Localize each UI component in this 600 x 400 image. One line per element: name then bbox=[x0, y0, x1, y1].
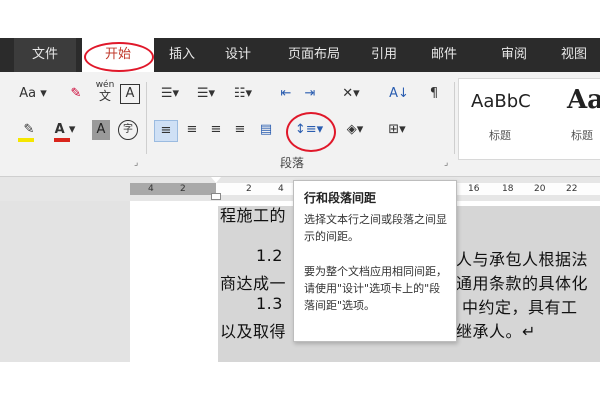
change-case-label: Aa bbox=[19, 86, 37, 101]
group-separator bbox=[146, 82, 147, 154]
tab-references[interactable]: 引用 bbox=[362, 38, 406, 72]
word-window: 文件 开始 插入 设计 页面布局 引用 邮件 审阅 视图 Aa ▾ ✎ wén … bbox=[0, 38, 600, 362]
tooltip-hint: 要为整个文档应用相同间距，请使用"设计"选项卡上的"段落间距"选项。 bbox=[304, 265, 447, 312]
align-left-icon[interactable]: ≡ bbox=[154, 120, 178, 142]
paragraph-launcher-icon[interactable]: ⌟ bbox=[444, 158, 448, 168]
tab-view[interactable]: 视图 bbox=[552, 38, 596, 72]
doc-line[interactable]: 中约定，具有工 bbox=[462, 294, 578, 318]
doc-line[interactable]: 1.2 bbox=[256, 246, 283, 265]
shading-icon[interactable]: ◈▾ bbox=[340, 120, 370, 140]
highlight-circle-line-spacing bbox=[286, 112, 336, 152]
left-indent-marker[interactable] bbox=[211, 193, 221, 200]
group-separator bbox=[454, 82, 455, 154]
justify-icon[interactable]: ≡ bbox=[230, 120, 250, 140]
enclose-characters-button[interactable]: 字 bbox=[118, 120, 138, 140]
decrease-indent-icon[interactable]: ⇤ bbox=[276, 84, 296, 104]
doc-line[interactable]: 商达成一 bbox=[220, 270, 286, 294]
tab-mailings[interactable]: 邮件 bbox=[422, 38, 466, 72]
ruler-tick-label: 20 bbox=[534, 184, 546, 194]
character-border-button[interactable]: A bbox=[120, 84, 140, 104]
align-right-icon[interactable]: ≡ bbox=[206, 120, 226, 140]
bullets-icon[interactable]: ☰▾ bbox=[156, 84, 184, 104]
doc-line[interactable]: 人与承包人根据法 bbox=[456, 246, 588, 270]
styles-gallery[interactable]: AaBbC 标题 Aa 标题 bbox=[458, 78, 600, 160]
style-sample-heading2[interactable]: Aa bbox=[567, 85, 600, 115]
tab-design[interactable]: 设计 bbox=[216, 38, 260, 72]
style-label-heading2: 标题 bbox=[571, 129, 593, 142]
doc-line[interactable]: 程施工的 bbox=[220, 202, 286, 226]
tooltip-description: 选择文本行之间或段落之间显示的间距。 bbox=[304, 213, 447, 243]
font-launcher-icon[interactable]: ⌟ bbox=[134, 158, 138, 168]
ruler-tick-label: 4 bbox=[278, 184, 284, 194]
align-center-icon[interactable]: ≡ bbox=[182, 120, 202, 140]
phonetic-guide-button[interactable]: wén 文 bbox=[94, 80, 116, 106]
tab-page-layout[interactable]: 页面布局 bbox=[278, 38, 350, 72]
doc-line[interactable]: 1.3 bbox=[256, 294, 283, 313]
doc-line[interactable]: 继承人。↵ bbox=[456, 318, 536, 342]
highlight-color-button[interactable]: ✎ bbox=[14, 120, 44, 142]
tab-insert[interactable]: 插入 bbox=[160, 38, 204, 72]
ruler-tick-label: 4 bbox=[148, 184, 154, 194]
tab-review[interactable]: 审阅 bbox=[492, 38, 536, 72]
highlight-color-swatch bbox=[18, 138, 34, 142]
ruler-tick-label: 22 bbox=[566, 184, 578, 194]
clear-format-icon[interactable]: ✎ bbox=[66, 84, 86, 104]
first-line-indent-marker[interactable] bbox=[211, 177, 221, 183]
font-color-swatch bbox=[54, 138, 70, 142]
font-color-letter: A bbox=[54, 122, 65, 137]
show-formatting-marks-icon[interactable]: ¶ bbox=[424, 84, 444, 104]
font-color-button[interactable]: A ▾ bbox=[50, 120, 80, 142]
doc-line[interactable]: 以及取得 bbox=[220, 318, 286, 342]
borders-icon[interactable]: ⊞▾ bbox=[382, 120, 412, 140]
ruler-tick-label: 18 bbox=[502, 184, 514, 194]
sort-button[interactable]: A↓ bbox=[386, 84, 412, 104]
distributed-icon[interactable]: ▤ bbox=[256, 120, 276, 140]
style-label-heading1: 标题 bbox=[489, 129, 511, 142]
tooltip-title: 行和段落间距 bbox=[304, 191, 377, 205]
highlighter-icon: ✎ bbox=[23, 122, 35, 137]
ruler-tick-label: 2 bbox=[246, 184, 252, 194]
change-case-button[interactable]: Aa ▾ bbox=[16, 84, 50, 104]
numbering-icon[interactable]: ☰▾ bbox=[192, 84, 220, 104]
paragraph-group-label: 段落 bbox=[280, 156, 305, 170]
asian-layout-icon[interactable]: ✕▾ bbox=[336, 84, 366, 104]
ruler-tick-label: 2 bbox=[180, 184, 186, 194]
multilevel-list-icon[interactable]: ☷▾ bbox=[228, 84, 258, 104]
ruler-tick-label: 16 bbox=[468, 184, 480, 194]
style-sample-heading1[interactable]: AaBbC bbox=[471, 91, 531, 112]
character-shading-button[interactable]: A bbox=[92, 120, 110, 140]
phonetic-char: 文 bbox=[98, 89, 111, 103]
line-spacing-tooltip: 行和段落间距 选择文本行之间或段落之间显示的间距。 要为整个文档应用相同间距，请… bbox=[293, 180, 457, 342]
ruler-margin bbox=[130, 183, 216, 195]
highlight-circle-home-tab bbox=[84, 42, 154, 72]
doc-line[interactable]: 通用条款的具体化 bbox=[456, 270, 588, 294]
increase-indent-icon[interactable]: ⇥ bbox=[300, 84, 320, 104]
tab-file[interactable]: 文件 bbox=[14, 38, 76, 72]
